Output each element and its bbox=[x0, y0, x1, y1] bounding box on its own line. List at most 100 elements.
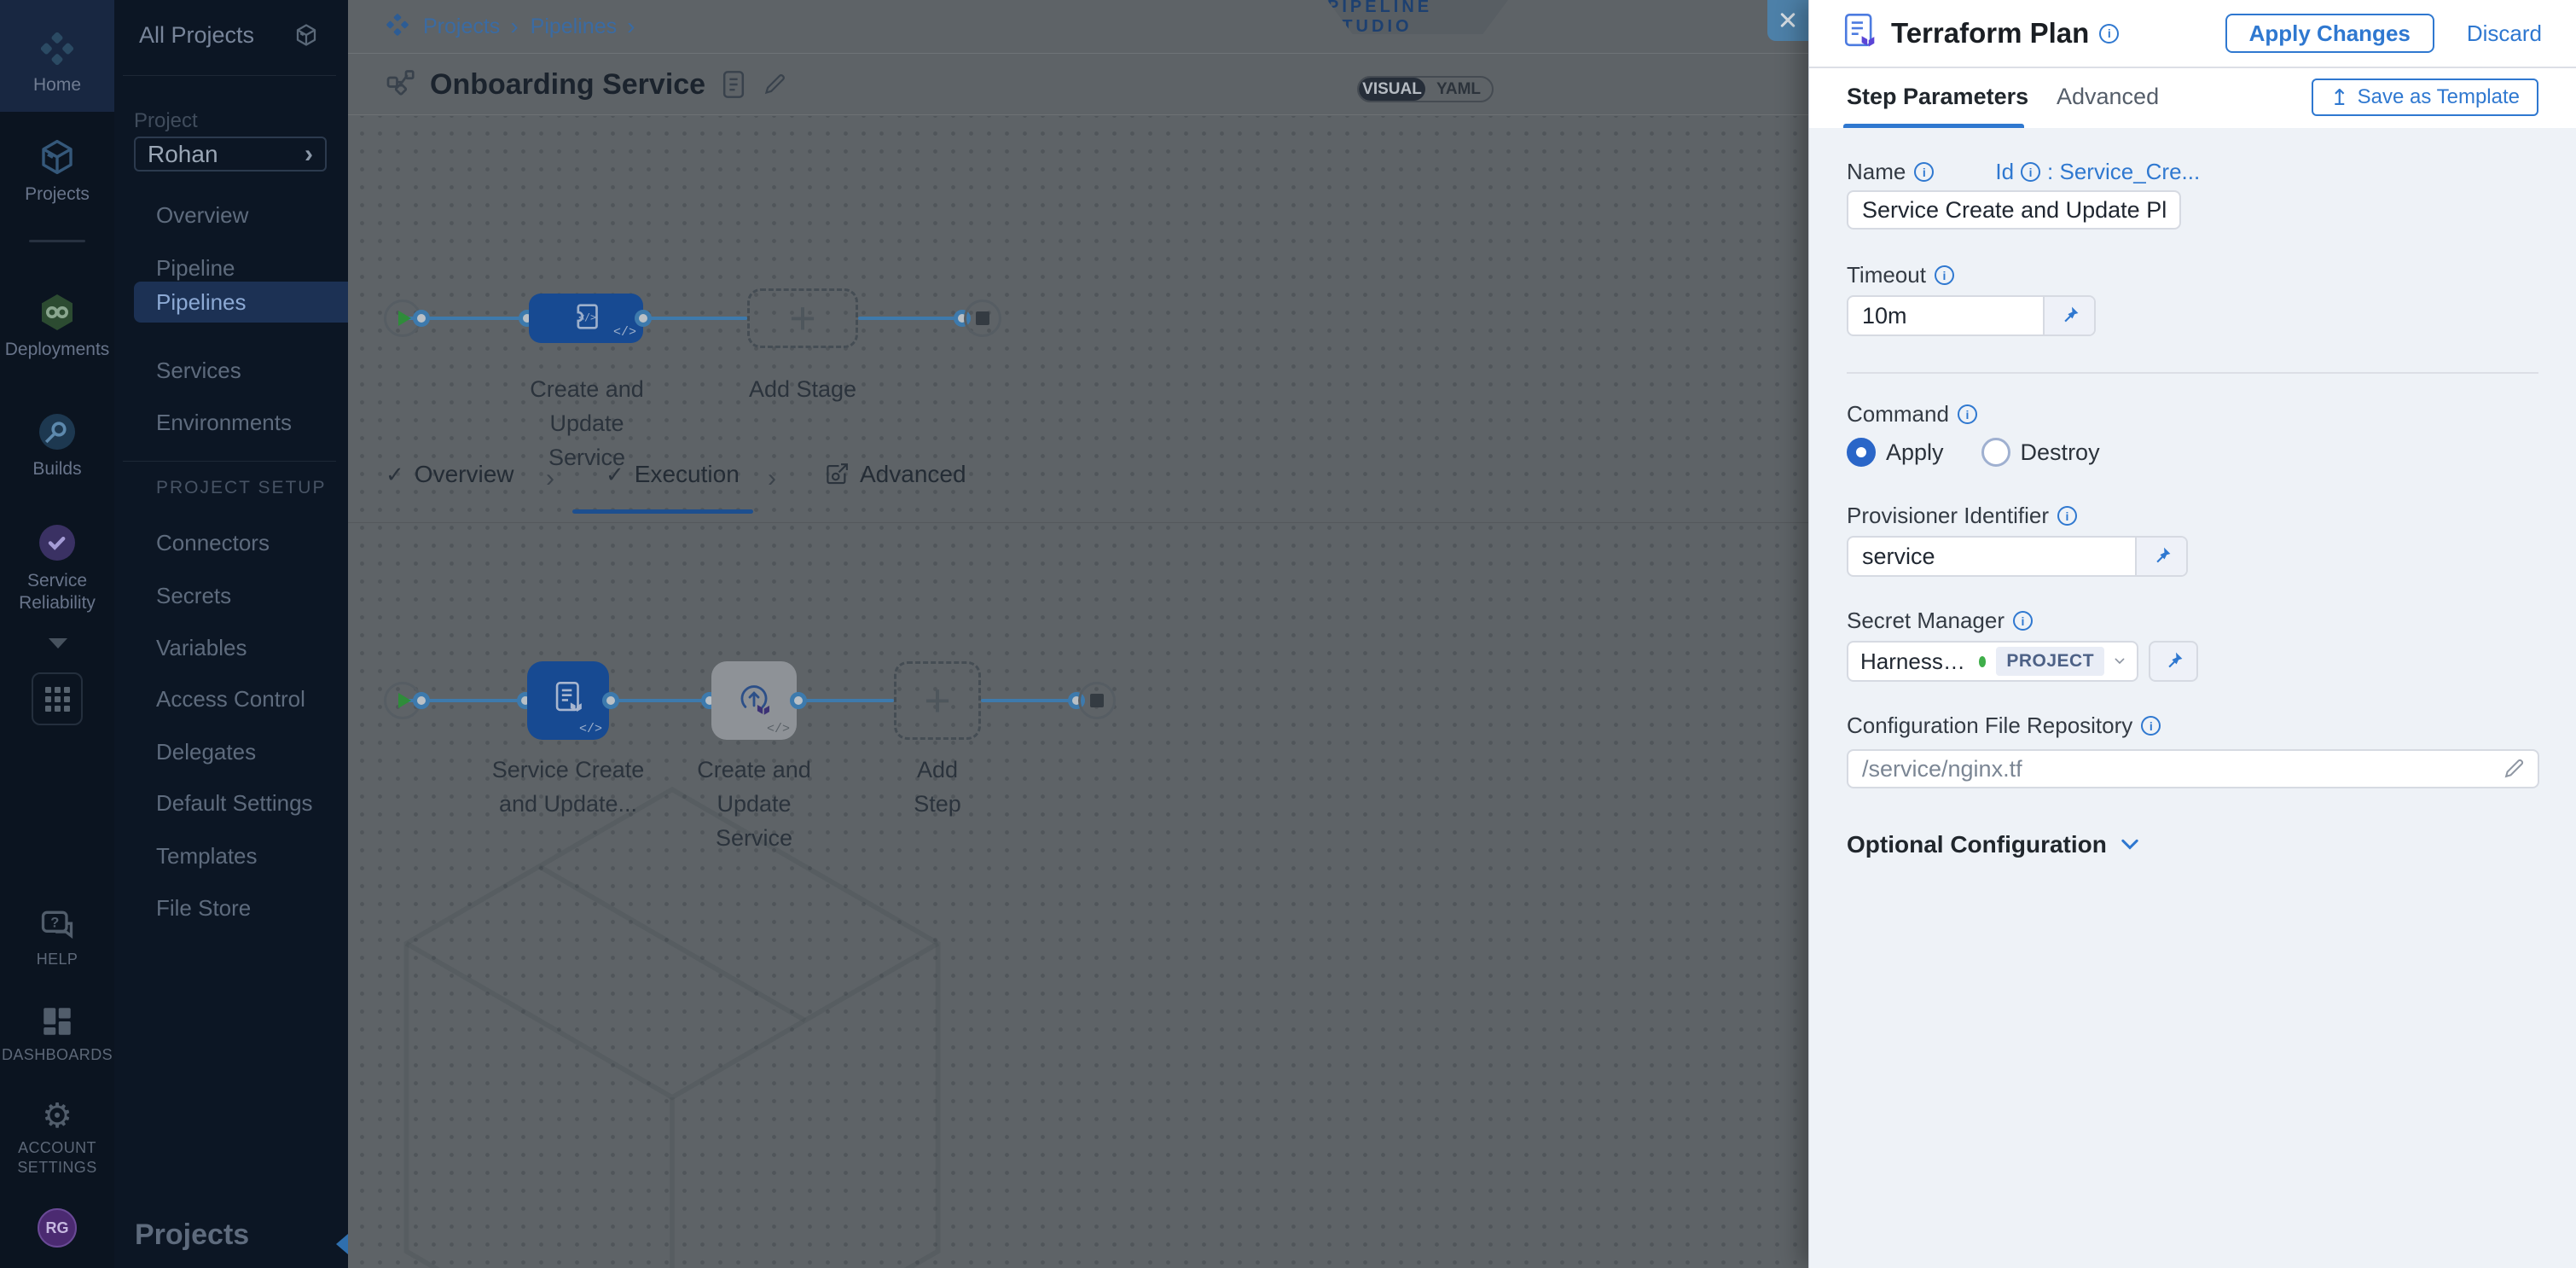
sidebar-item-default-settings[interactable]: Default Settings bbox=[114, 784, 348, 822]
add-stage-button[interactable]: + bbox=[747, 288, 858, 348]
stage-node-create-and-update-service[interactable]: </> </> bbox=[529, 294, 643, 343]
tab-step-advanced[interactable]: Advanced bbox=[2057, 84, 2159, 110]
node-port[interactable] bbox=[790, 692, 807, 709]
breadcrumb-projects[interactable]: Projects bbox=[423, 15, 500, 39]
info-icon[interactable]: i bbox=[2057, 506, 2077, 526]
all-projects-link[interactable]: All Projects bbox=[139, 22, 254, 49]
sidebar-item-templates[interactable]: Templates bbox=[114, 837, 348, 875]
rail-collapse-chevron-icon[interactable] bbox=[49, 638, 67, 649]
scope-badge: PROJECT bbox=[1996, 647, 2104, 676]
radio-destroy[interactable]: Destroy bbox=[1981, 438, 2100, 467]
info-icon[interactable]: i bbox=[1958, 404, 1977, 424]
nav-projects[interactable]: Projects bbox=[0, 137, 114, 205]
service-reliability-icon bbox=[0, 522, 114, 563]
timeout-input[interactable] bbox=[1848, 297, 2043, 334]
toggle-visual[interactable]: VISUAL bbox=[1359, 78, 1425, 101]
play-icon bbox=[398, 311, 411, 326]
nav-service-reliability[interactable]: Service Reliability bbox=[0, 522, 114, 614]
sidebar-item-environments[interactable]: Environments bbox=[114, 404, 348, 441]
edit-pipeline-icon[interactable] bbox=[762, 72, 787, 97]
tab-step-parameters[interactable]: Step Parameters bbox=[1847, 84, 2028, 110]
tab-advanced[interactable]: Advanced bbox=[824, 461, 966, 488]
config-file-repository-field bbox=[1847, 749, 2539, 788]
sidebar-item-overview[interactable]: Overview bbox=[114, 196, 348, 234]
apply-changes-button[interactable]: Apply Changes bbox=[2225, 14, 2434, 53]
name-input[interactable] bbox=[1847, 190, 2181, 230]
sidebar-item-pipelines[interactable]: Pipelines bbox=[134, 282, 348, 323]
nav-home[interactable]: Home bbox=[0, 29, 114, 96]
nav-account-settings[interactable]: ⚙ ACCOUNT SETTINGS bbox=[0, 1099, 114, 1178]
chevron-down-icon bbox=[2115, 656, 2125, 666]
sidebar-item-file-store[interactable]: File Store bbox=[114, 889, 348, 927]
runtime-input-pin-button[interactable] bbox=[2149, 641, 2198, 682]
timeout-field bbox=[1847, 295, 2096, 336]
edit-pencil-icon[interactable] bbox=[2502, 757, 2526, 785]
optional-configuration-toggle[interactable]: Optional Configuration bbox=[1847, 831, 2538, 858]
nav-home-label: Home bbox=[0, 75, 114, 96]
sidebar-item-variables[interactable]: Variables bbox=[114, 629, 348, 666]
add-step-button[interactable]: + bbox=[894, 661, 981, 740]
pipeline-canvas: Projects › Pipelines › PIPELINE STUDIO O… bbox=[348, 0, 1808, 1268]
stop-icon bbox=[976, 311, 989, 325]
save-as-template-button[interactable]: ↥ Save as Template bbox=[2312, 79, 2538, 116]
pin-icon bbox=[2162, 650, 2184, 672]
pin-icon bbox=[2150, 545, 2173, 567]
radio-selected-icon bbox=[1847, 438, 1876, 467]
pin-icon bbox=[2058, 305, 2080, 327]
step-node-terraform-apply[interactable]: </> bbox=[711, 661, 797, 740]
step-node-terraform-plan[interactable]: </> bbox=[527, 661, 609, 740]
runtime-input-pin-button[interactable] bbox=[2135, 538, 2186, 575]
custom-stage-icon: </> bbox=[569, 300, 603, 338]
tab-execution[interactable]: ✓ Execution bbox=[606, 461, 740, 488]
command-label: Command bbox=[1847, 401, 1949, 428]
info-icon[interactable]: i bbox=[2141, 716, 2161, 736]
project-selector[interactable]: Rohan › bbox=[134, 137, 327, 172]
runtime-input-pin-button[interactable] bbox=[2043, 297, 2094, 334]
nav-dashboards[interactable]: DASHBOARDS bbox=[0, 1003, 114, 1064]
svg-text:?: ? bbox=[50, 916, 59, 931]
panel-tabs: Step Parameters Advanced ↥ Save as Templ… bbox=[1809, 68, 2576, 128]
command-radio-group: Apply Destroy bbox=[1847, 438, 2538, 467]
node-port[interactable] bbox=[413, 692, 430, 709]
graph-area: </> </> + Create and Update Service Add … bbox=[348, 116, 1808, 1268]
nav-builds[interactable]: Builds bbox=[0, 411, 114, 480]
chevron-right-icon: › bbox=[510, 13, 518, 40]
sidebar-item-delegates[interactable]: Delegates bbox=[114, 733, 348, 771]
sidebar-collapse-icon[interactable] bbox=[336, 1234, 348, 1254]
info-icon[interactable]: i bbox=[1935, 265, 1954, 285]
provisioner-identifier-input[interactable] bbox=[1848, 538, 2135, 575]
user-avatar[interactable]: RG bbox=[38, 1208, 77, 1248]
sidebar-item-secrets[interactable]: Secrets bbox=[114, 577, 348, 614]
step-parameters-form: Name i Id i : Service_Cre... Timeout i bbox=[1809, 128, 2576, 1268]
all-projects-cube-icon[interactable] bbox=[293, 22, 319, 52]
timeout-label: Timeout bbox=[1847, 262, 1926, 288]
close-panel-button[interactable] bbox=[1767, 0, 1808, 41]
info-icon[interactable]: i bbox=[2099, 24, 2119, 44]
tab-overview[interactable]: ✓ Overview bbox=[386, 461, 514, 488]
node-port[interactable] bbox=[635, 310, 652, 327]
node-port[interactable] bbox=[413, 310, 430, 327]
projects-cube-icon bbox=[0, 137, 114, 177]
sidebar-item-access-control[interactable]: Access Control bbox=[114, 680, 348, 718]
info-icon[interactable]: i bbox=[1914, 162, 1934, 182]
pipeline-notes-icon[interactable] bbox=[721, 70, 746, 99]
step-id-value[interactable]: : Service_Cre... bbox=[2047, 159, 2200, 185]
module-grid-button[interactable] bbox=[32, 672, 83, 725]
provisioner-identifier-label: Provisioner Identifier bbox=[1847, 503, 2049, 529]
node-port[interactable] bbox=[602, 692, 619, 709]
secret-manager-select[interactable]: Harness Built-i... PROJECT bbox=[1847, 641, 2138, 682]
sidebar-item-connectors[interactable]: Connectors bbox=[114, 524, 348, 561]
advanced-tab-icon bbox=[824, 462, 850, 487]
nav-help[interactable]: ? HELP bbox=[0, 906, 114, 968]
connector-line bbox=[643, 317, 747, 320]
toggle-yaml[interactable]: YAML bbox=[1425, 78, 1492, 101]
info-icon[interactable]: i bbox=[2021, 162, 2040, 182]
radio-apply[interactable]: Apply bbox=[1847, 438, 1944, 467]
config-file-repository-input[interactable] bbox=[1847, 749, 2539, 788]
breadcrumb-pipelines[interactable]: Pipelines bbox=[531, 15, 617, 39]
discard-button[interactable]: Discard bbox=[2467, 20, 2542, 47]
sidebar-item-services[interactable]: Services bbox=[114, 352, 348, 389]
info-icon[interactable]: i bbox=[2013, 611, 2033, 631]
nav-deployments[interactable]: Deployments bbox=[0, 292, 114, 360]
add-step-label: Add Step bbox=[894, 753, 981, 821]
